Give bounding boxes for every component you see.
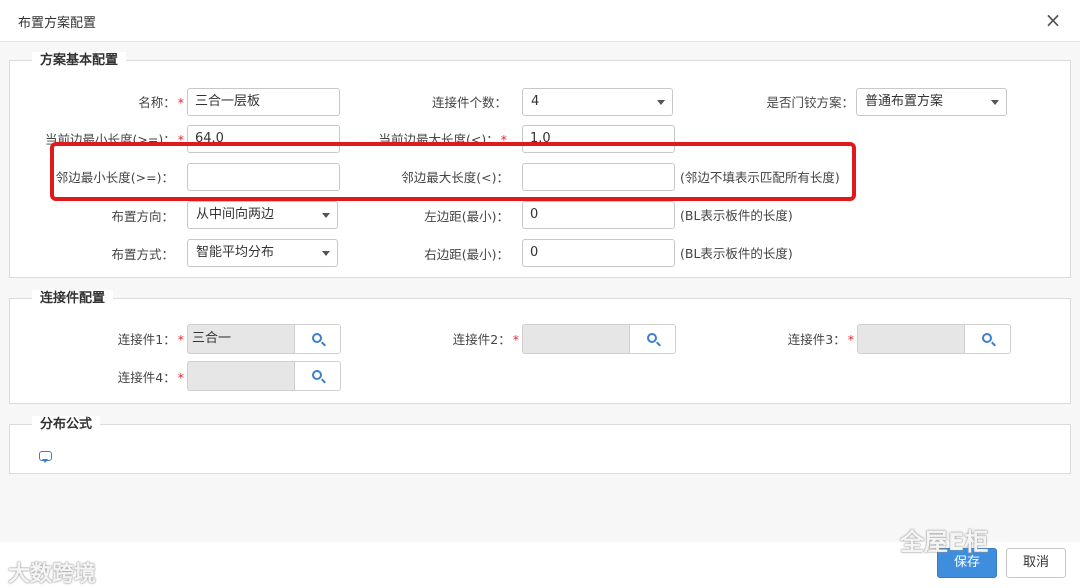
direction-label: 布置方向： [111,209,174,224]
connector-2-label: 连接件2： * [452,332,519,347]
required-mark: * [177,95,184,110]
connector-4-lookup[interactable] [187,361,341,391]
door-hinge-label: 是否门铰方案： [766,95,854,110]
connector-config-legend: 连接件配置 [32,290,114,308]
adjacent-max-length-input[interactable] [522,163,675,191]
connector-count-label: 连接件个数： [431,95,507,110]
search-icon [647,333,657,343]
connector-3-field[interactable] [857,324,965,354]
right-margin-input[interactable]: 0 [522,239,675,267]
search-icon [312,333,322,343]
connector-1-label: 连接件1： * [117,332,184,347]
watermark-right: 全屋E柜 [900,528,989,556]
basic-config-legend: 方案基本配置 [32,52,127,70]
current-min-length-label: 当前边最小长度(>=)： * [45,132,184,147]
connector-3-label: 连接件3： * [787,332,854,347]
connector-2-lookup[interactable] [522,324,676,354]
connector-count-select[interactable]: 4 [522,88,673,116]
chevron-down-icon [322,251,330,256]
current-max-length-label: 当前边最大长度(<)： * [378,132,507,147]
search-icon [982,333,992,343]
connector-2-search-button[interactable] [629,324,676,354]
adjacent-min-length-label: 邻边最小长度(>=)： [55,170,174,185]
close-icon[interactable]: × [1042,9,1064,31]
connector-1-field[interactable]: 三合一 [187,324,295,354]
left-margin-hint: (BL表示板件的长度) [680,208,793,223]
connector-config-group: 连接件配置 连接件1： * 三合一 连接件2： * 连接件3： * 连接件4： * [9,290,1071,404]
right-margin-hint: (BL表示板件的长度) [680,246,793,261]
method-label: 布置方式： [111,247,174,262]
direction-select[interactable]: 从中间向两边 [187,201,338,229]
current-max-length-input[interactable]: 1.0 [522,125,675,153]
chevron-down-icon [991,100,999,105]
dialog-titlebar: 布置方案配置 × [0,0,1080,42]
adjacent-max-length-label: 邻边最大长度(<)： [401,170,509,185]
chevron-down-icon [322,213,330,218]
connector-4-field[interactable] [187,361,295,391]
connector-4-search-button[interactable] [294,361,341,391]
method-select[interactable]: 智能平均分布 [187,239,338,267]
connector-1-lookup[interactable]: 三合一 [187,324,341,354]
dialog-title: 布置方案配置 [18,16,97,31]
connector-3-lookup[interactable] [857,324,1011,354]
name-input[interactable]: 三合一层板 [187,88,340,116]
right-margin-label: 右边距(最小)： [424,247,509,262]
watermark-left: 大数跨境 [8,562,97,587]
cancel-button[interactable]: 取消 [1006,548,1066,578]
chevron-down-icon [657,100,665,105]
adjacent-length-hint: (邻边不填表示匹配所有长度) [680,170,840,185]
connector-2-field[interactable] [522,324,630,354]
formula-group: 分布公式 [9,416,1071,474]
basic-config-group: 方案基本配置 名称： * 三合一层板 连接件个数： 4 是否门铰方案： 普通布置方… [9,52,1071,278]
connector-1-search-button[interactable] [294,324,341,354]
formula-legend: 分布公式 [32,416,101,434]
left-margin-input[interactable]: 0 [522,201,675,229]
left-margin-label: 左边距(最小)： [424,209,509,224]
connector-4-label: 连接件4： * [117,370,184,385]
current-min-length-input[interactable]: 64.0 [187,125,340,153]
dialog-body: 方案基本配置 名称： * 三合一层板 连接件个数： 4 是否门铰方案： 普通布置方… [0,42,1080,542]
door-hinge-select[interactable]: 普通布置方案 [856,88,1007,116]
comment-icon[interactable] [39,451,52,463]
adjacent-min-length-input[interactable] [187,163,340,191]
name-label: 名称： * [138,95,184,110]
search-icon [312,370,322,380]
connector-3-search-button[interactable] [964,324,1011,354]
